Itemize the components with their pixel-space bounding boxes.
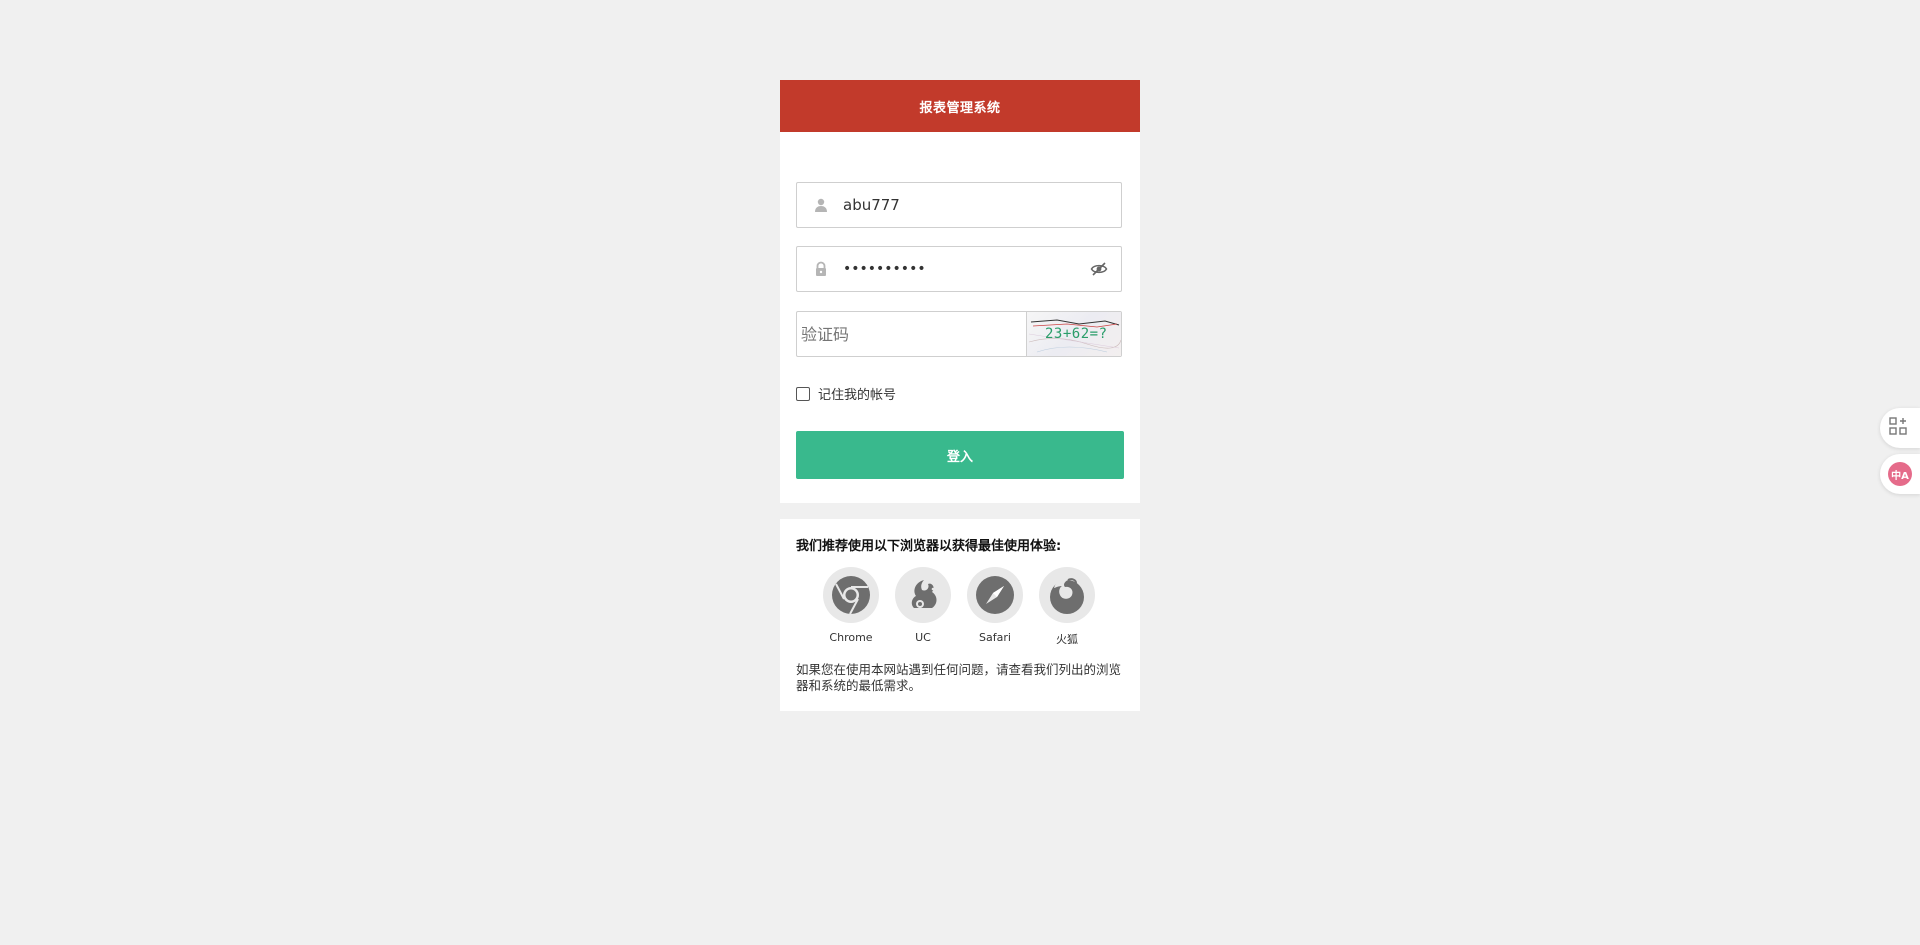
browser-item-firefox[interactable]: 火狐	[1039, 567, 1095, 647]
captcha-image[interactable]: 23+62=?	[1026, 312, 1121, 356]
captcha-field: 23+62=?	[796, 311, 1122, 357]
browser-item-chrome[interactable]: Chrome	[823, 567, 879, 647]
apps-grid-icon	[1888, 416, 1908, 440]
side-translate-button[interactable]: 中A	[1880, 454, 1920, 494]
lock-icon	[811, 259, 831, 279]
side-apps-button[interactable]	[1880, 408, 1920, 448]
password-value: ••••••••••	[843, 261, 926, 277]
remember-label[interactable]: 记住我的帐号	[818, 384, 896, 403]
login-page: 报表管理系统 abu777 •••••••••• 验证码 23+62=? 记住我…	[0, 0, 1920, 945]
browser-recommendation-card: 我们推荐使用以下浏览器以获得最佳使用体验: Chrome UC Safari 火…	[780, 519, 1140, 711]
password-field[interactable]: ••••••••••	[796, 246, 1122, 292]
translate-icon: 中A	[1888, 462, 1912, 486]
browser-recommendation-title: 我们推荐使用以下浏览器以获得最佳使用体验:	[796, 539, 1062, 554]
browser-list: Chrome UC Safari 火狐	[823, 567, 1095, 647]
browser-item-uc[interactable]: UC	[895, 567, 951, 647]
login-card: 报表管理系统 abu777 •••••••••• 验证码 23+62=? 记住我…	[780, 80, 1140, 503]
user-icon	[811, 195, 831, 215]
browser-label: 火狐	[1056, 633, 1078, 646]
card-header: 报表管理系统	[780, 80, 1140, 132]
browser-item-safari[interactable]: Safari	[967, 567, 1023, 647]
uc-icon	[895, 567, 951, 623]
login-button[interactable]: 登入	[796, 431, 1124, 479]
username-field[interactable]: abu777	[796, 182, 1122, 228]
chrome-icon	[823, 567, 879, 623]
safari-icon	[967, 567, 1023, 623]
firefox-icon	[1039, 567, 1095, 623]
eye-off-icon[interactable]	[1089, 259, 1109, 279]
remember-checkbox[interactable]	[796, 386, 810, 401]
captcha-input[interactable]	[799, 323, 1026, 345]
remember-row: 记住我的帐号	[796, 384, 896, 403]
browser-label: Safari	[979, 631, 1011, 644]
system-title: 报表管理系统	[919, 100, 1001, 116]
captcha-text: 23+62=?	[1045, 326, 1108, 342]
browser-label: UC	[915, 631, 931, 644]
browser-requirements-note: 如果您在使用本网站遇到任何问题，请查看我们列出的浏览器和系统的最低需求。	[796, 662, 1122, 693]
username-value: abu777	[843, 196, 900, 214]
browser-label: Chrome	[829, 631, 873, 644]
